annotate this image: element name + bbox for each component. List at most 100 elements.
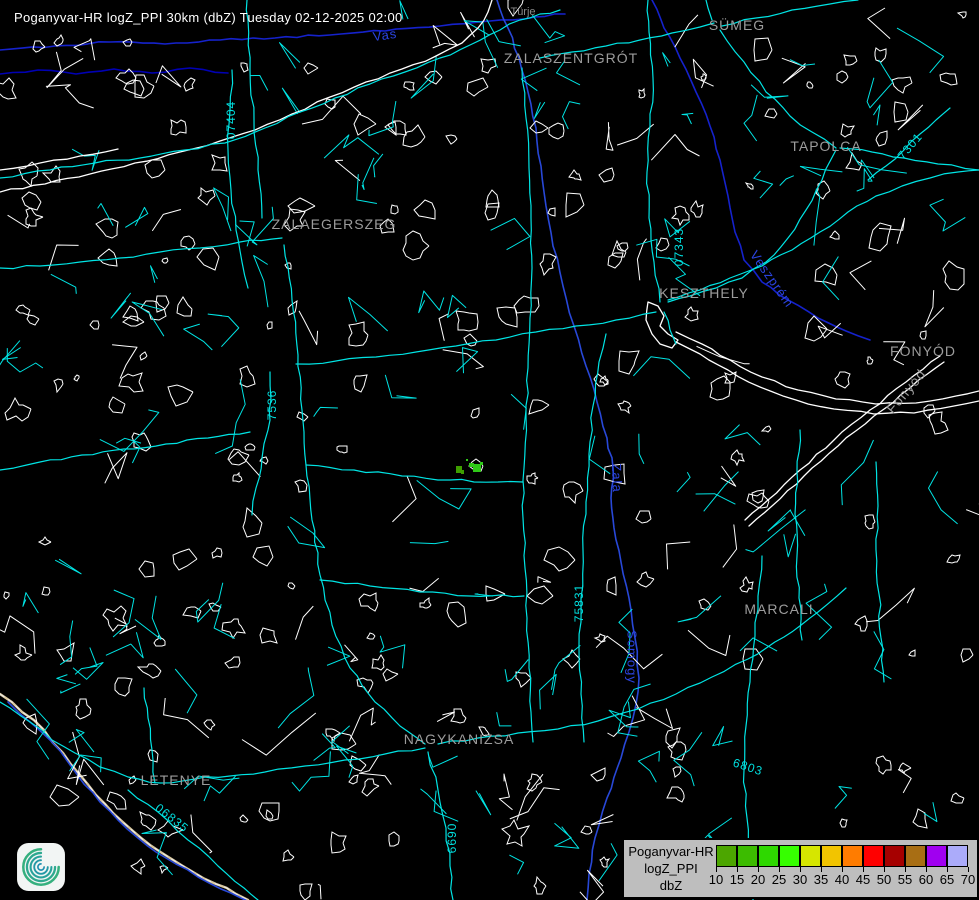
village-outline: [139, 561, 154, 577]
village-outline: [414, 200, 435, 219]
village-outline: [846, 153, 862, 170]
village-outline: [404, 82, 414, 90]
village-outline: [835, 372, 850, 388]
minor-road: [867, 60, 893, 108]
village-outline: [943, 261, 964, 290]
village-outline: [514, 296, 539, 313]
legend-color-cell: [863, 845, 884, 867]
minor-road: [208, 314, 239, 347]
minor-road: [678, 596, 721, 622]
minor-road: [175, 669, 197, 713]
village-road: [0, 616, 35, 654]
village-road: [191, 815, 212, 854]
minor-road: [55, 559, 81, 574]
minor-road: [835, 787, 852, 809]
village-outline: [354, 375, 367, 392]
village-outline: [119, 373, 143, 392]
road-principalis: [579, 334, 606, 742]
village-outline: [22, 192, 41, 210]
road-nk-south: [428, 752, 453, 900]
village-outline: [212, 155, 227, 171]
village-outline: [109, 397, 125, 413]
village-outline: [267, 322, 272, 329]
village-outline: [123, 306, 138, 321]
village-road: [152, 210, 181, 231]
village-outline: [844, 55, 857, 65]
legend-color-cell: [926, 845, 947, 867]
village-outline: [331, 832, 346, 853]
village-outline: [876, 756, 891, 774]
village-road: [112, 345, 137, 379]
village-road: [868, 8, 890, 39]
minor-road: [725, 425, 760, 445]
radar-echo-cell: [473, 464, 481, 472]
village-outline: [639, 89, 645, 98]
nw-river: [0, 68, 228, 74]
village-outline: [656, 238, 669, 251]
minor-road: [419, 291, 444, 313]
spiral-icon: [16, 842, 66, 892]
village-outline: [876, 131, 887, 146]
minor-road: [456, 348, 477, 374]
village-outline: [42, 587, 50, 595]
road-zeg-west: [0, 238, 282, 269]
village-outline: [530, 121, 548, 133]
village-outline: [752, 490, 764, 503]
village-outline: [50, 785, 79, 806]
minor-road: [23, 593, 39, 613]
village-outline: [107, 792, 126, 809]
minor-road: [385, 375, 416, 398]
minor-road: [410, 541, 449, 543]
village-outline: [731, 450, 744, 465]
village-outline: [173, 549, 197, 570]
village-outline: [913, 809, 927, 828]
village-road: [883, 342, 905, 365]
minor-road: [633, 357, 690, 379]
village-outline: [485, 203, 499, 220]
village-road: [335, 160, 360, 180]
legend-color-cell: [758, 845, 779, 867]
village-road: [433, 26, 458, 48]
minor-road: [487, 19, 521, 46]
village-outline: [140, 352, 147, 360]
minor-road: [280, 43, 300, 69]
minor-road: [116, 438, 141, 443]
village-outline: [516, 672, 531, 687]
legend-color-cell: [779, 845, 800, 867]
village-outline: [295, 480, 307, 492]
minor-road: [135, 596, 161, 640]
village-outline: [947, 555, 960, 563]
village-outline: [241, 63, 248, 72]
village-outline: [563, 482, 583, 503]
village-outline: [920, 331, 926, 339]
village-outline: [5, 398, 31, 421]
minor-road: [696, 494, 736, 505]
minor-road: [106, 632, 143, 658]
village-outline: [354, 114, 376, 135]
village-outline: [389, 832, 399, 846]
village-outline: [855, 616, 867, 631]
radar-echo-cell: [480, 462, 483, 465]
village-road: [392, 476, 416, 522]
village-road: [591, 815, 613, 825]
village-outline: [403, 231, 429, 260]
minor-road: [636, 239, 689, 266]
minor-road: [111, 293, 131, 318]
road-07404: [228, 70, 249, 288]
village-outline: [349, 775, 358, 784]
village-road: [76, 759, 104, 785]
main-road-nw: [0, 0, 492, 192]
village-road: [723, 525, 737, 568]
village-outline: [604, 464, 625, 484]
village-outline: [446, 135, 457, 144]
met-spiral-logo[interactable]: [16, 842, 66, 892]
village-outline: [961, 649, 973, 662]
village-outline: [160, 866, 168, 873]
minor-road: [374, 154, 383, 177]
village-outline: [673, 767, 681, 777]
village-outline: [672, 206, 689, 225]
village-outline: [391, 205, 398, 214]
minor-road: [314, 407, 338, 416]
village-outline: [467, 78, 488, 96]
minor-road: [411, 57, 436, 99]
